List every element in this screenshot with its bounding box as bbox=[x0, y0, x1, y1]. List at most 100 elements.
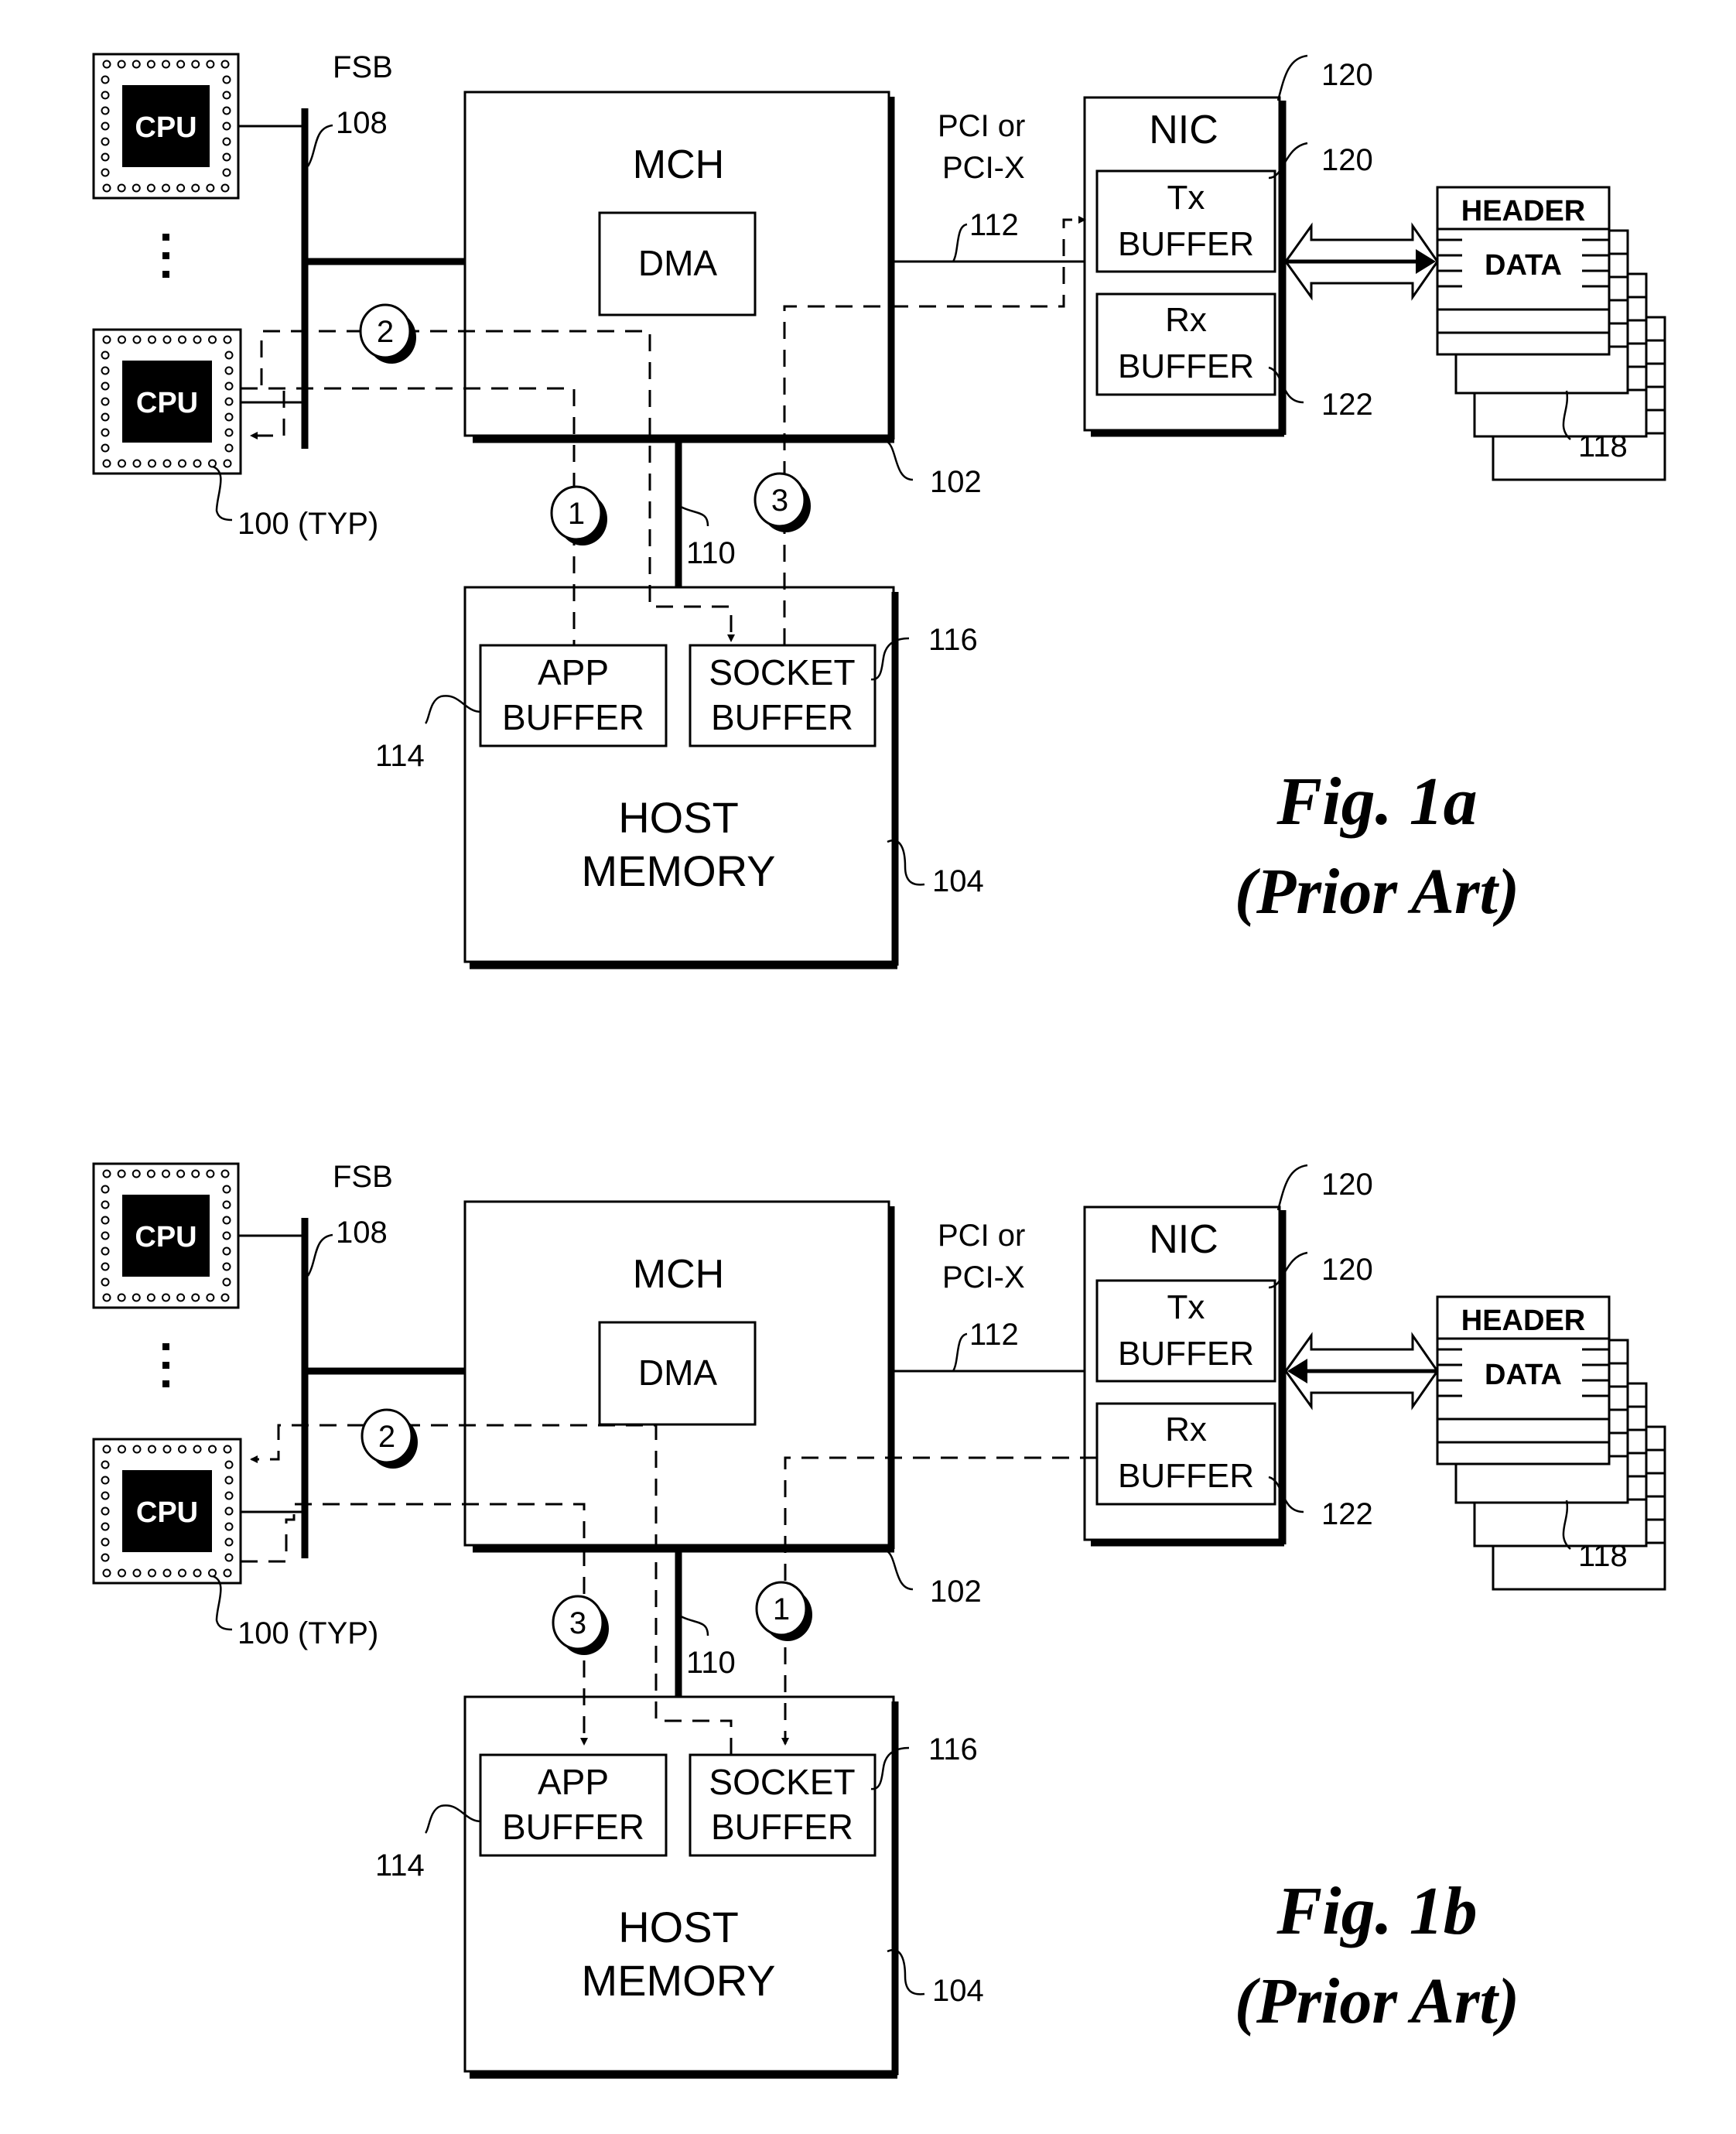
socket-buffer-label: BUFFER bbox=[711, 1807, 853, 1847]
step-number: 3 bbox=[569, 1606, 586, 1640]
ellipsis-dot-icon bbox=[162, 1362, 169, 1369]
figure-1b: CPU CPU FSB 108 MCH DMA 102 PCI or PCI-X 112 NIC Tx… bbox=[92, 1160, 1666, 2079]
tx-buffer-label: Tx bbox=[1167, 1288, 1205, 1326]
ref-100: 100 (TYP) bbox=[238, 507, 378, 541]
socket-buffer-label: SOCKET bbox=[709, 652, 855, 693]
packet-data-label: DATA bbox=[1485, 249, 1562, 282]
ref-104: 104 bbox=[932, 1974, 984, 2008]
tx-buffer-label: BUFFER bbox=[1118, 225, 1254, 263]
cpu-label: CPU bbox=[135, 1221, 196, 1253]
pci-label: PCI or bbox=[938, 109, 1025, 143]
packet-stack: HEADER DATA bbox=[1436, 1295, 1666, 1591]
leader-line bbox=[885, 439, 914, 481]
cpu-label: CPU bbox=[135, 111, 196, 144]
nic-block[interactable]: NIC Tx BUFFER Rx BUFFER bbox=[1083, 1206, 1287, 1547]
step-number: 2 bbox=[378, 1420, 395, 1454]
ellipsis-dot-icon bbox=[162, 1380, 169, 1387]
ref-112: 112 bbox=[969, 1318, 1019, 1352]
ref-112: 112 bbox=[969, 208, 1019, 242]
cpu-label: CPU bbox=[136, 1496, 198, 1529]
mch-block[interactable]: MCH DMA bbox=[463, 1200, 895, 1553]
ref-114: 114 bbox=[375, 739, 425, 773]
step-2-bubble: 2 bbox=[359, 303, 416, 364]
nic-label: NIC bbox=[1149, 1217, 1218, 1262]
ref-118: 118 bbox=[1578, 429, 1628, 463]
rx-buffer-label: BUFFER bbox=[1118, 1457, 1254, 1495]
step-1-bubble: 1 bbox=[755, 1581, 812, 1641]
pci-label: PCI-X bbox=[942, 1260, 1025, 1294]
ref-104: 104 bbox=[932, 864, 984, 898]
ellipsis-dot-icon bbox=[162, 1343, 169, 1350]
socket-buffer-label: SOCKET bbox=[709, 1762, 855, 1802]
cpu-bottom[interactable]: CPU bbox=[92, 1438, 242, 1585]
ref-122: 122 bbox=[1321, 1497, 1373, 1531]
packet-header-label: HEADER bbox=[1461, 195, 1585, 227]
figure-caption: Fig. 1a bbox=[1276, 764, 1477, 840]
nic-label: NIC bbox=[1149, 108, 1218, 152]
leader-line bbox=[952, 1332, 968, 1372]
ellipsis-dot-icon bbox=[162, 252, 169, 259]
figure-subcaption: (Prior Art) bbox=[1235, 856, 1519, 928]
host-memory-label: HOST bbox=[618, 793, 739, 842]
nic-block[interactable]: NIC Tx BUFFER Rx BUFFER bbox=[1083, 96, 1287, 437]
cpu-bottom[interactable]: CPU bbox=[92, 328, 242, 475]
ref-110: 110 bbox=[686, 536, 736, 570]
ref-108: 108 bbox=[336, 106, 388, 140]
cpu-top[interactable]: CPU bbox=[92, 53, 240, 200]
step-number: 2 bbox=[377, 315, 394, 349]
ref-116: 116 bbox=[928, 623, 978, 657]
ref-114: 114 bbox=[375, 1848, 425, 1883]
figure-subcaption: (Prior Art) bbox=[1235, 1965, 1519, 2037]
rx-buffer-label: Rx bbox=[1165, 1411, 1207, 1448]
pci-label: PCI-X bbox=[942, 151, 1025, 185]
leader-line bbox=[952, 223, 968, 262]
pci-label: PCI or bbox=[938, 1219, 1025, 1253]
bidirectional-arrow-icon bbox=[1284, 222, 1439, 301]
step-number: 3 bbox=[771, 484, 788, 518]
fsb-label: FSB bbox=[333, 1160, 393, 1194]
app-buffer-label: APP bbox=[538, 1762, 609, 1802]
dma-label: DMA bbox=[638, 1353, 718, 1393]
rx-buffer-label: Rx bbox=[1165, 301, 1207, 339]
leader-line bbox=[885, 1549, 914, 1591]
ref-102: 102 bbox=[930, 465, 982, 499]
step-number: 1 bbox=[568, 497, 585, 531]
rx-buffer-label: BUFFER bbox=[1118, 347, 1254, 385]
app-buffer-label: BUFFER bbox=[502, 1807, 644, 1847]
packet-header-label: HEADER bbox=[1461, 1305, 1585, 1337]
app-buffer-label: APP bbox=[538, 652, 609, 693]
figure-1a: CPU CPU FSB 108 MCH DMA 102 PCI or PCI-X 112 NIC Tx… bbox=[92, 50, 1666, 970]
host-memory-box bbox=[463, 1695, 895, 2073]
host-memory-block[interactable]: HOSTMEMORYAPPBUFFERSOCKETBUFFER bbox=[463, 586, 899, 970]
ref-120-nic: 120 bbox=[1321, 1168, 1373, 1202]
ellipsis-dot-icon bbox=[162, 234, 169, 241]
ref-118: 118 bbox=[1578, 1539, 1628, 1573]
host-memory-label: HOST bbox=[618, 1903, 739, 1951]
host-memory-label: MEMORY bbox=[582, 1956, 776, 2005]
host-memory-block[interactable]: HOST MEMORY APP BUFFER SOCKET BUFFER bbox=[463, 1695, 899, 2079]
ref-100: 100 (TYP) bbox=[238, 1616, 378, 1650]
step-number: 1 bbox=[773, 1592, 790, 1626]
host-memory-label: MEMORY bbox=[582, 846, 776, 895]
ref-116: 116 bbox=[928, 1732, 978, 1766]
bidirectional-arrow-icon bbox=[1284, 1332, 1439, 1411]
leader-line bbox=[680, 1615, 709, 1636]
host-memory-box bbox=[463, 586, 895, 963]
mch-label: MCH bbox=[633, 1252, 724, 1297]
figure-caption: Fig. 1b bbox=[1276, 1874, 1477, 1949]
leader-line bbox=[680, 505, 709, 527]
packet-data-label: DATA bbox=[1485, 1359, 1562, 1391]
socket-buffer-label: BUFFER bbox=[711, 697, 853, 737]
cpu-top[interactable]: CPU bbox=[92, 1162, 240, 1309]
step-2-bubble: 2 bbox=[361, 1408, 418, 1469]
ref-120-tx: 120 bbox=[1321, 143, 1373, 177]
patent-drawing: CPUCPUFSB108MCHDMA102PCI orPCI-X112NICTx… bbox=[92, 50, 1666, 2079]
step-1-bubble: 1 bbox=[550, 485, 607, 545]
step-3-bubble: 3 bbox=[552, 1595, 609, 1655]
tx-buffer-label: BUFFER bbox=[1118, 1335, 1254, 1373]
ref-110: 110 bbox=[686, 1646, 736, 1680]
app-buffer-label: BUFFER bbox=[502, 697, 644, 737]
packet-stack: HEADER DATA bbox=[1436, 186, 1666, 481]
mch-label: MCH bbox=[633, 142, 724, 187]
cpu-label: CPU bbox=[136, 387, 198, 419]
